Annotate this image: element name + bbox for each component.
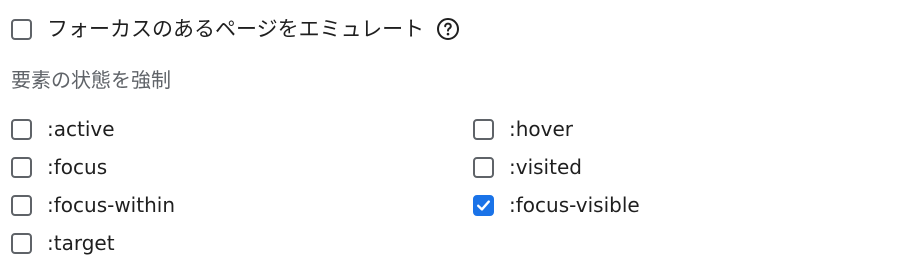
question-circle-icon[interactable] <box>436 17 460 41</box>
state-checkbox-hover[interactable] <box>473 118 494 140</box>
state-checkbox-target[interactable] <box>11 232 32 254</box>
emulate-focused-page-checkbox[interactable] <box>11 18 32 40</box>
force-element-state-title: 要素の状態を強制 <box>11 68 171 92</box>
state-label-focus[interactable]: :focus <box>47 155 107 179</box>
state-checkbox-active[interactable] <box>11 118 32 140</box>
state-option-focus-within[interactable]: :focus-within <box>11 193 175 217</box>
state-label-active[interactable]: :active <box>47 117 115 141</box>
state-label-target[interactable]: :target <box>47 231 115 255</box>
emulate-focused-page-label[interactable]: フォーカスのあるページをエミュレート <box>47 17 424 41</box>
state-label-focus-visible[interactable]: :focus-visible <box>509 193 640 217</box>
state-checkbox-visited[interactable] <box>473 156 494 178</box>
state-option-active[interactable]: :active <box>11 117 115 141</box>
state-option-hover[interactable]: :hover <box>473 117 573 141</box>
state-option-target[interactable]: :target <box>11 231 115 255</box>
state-option-visited[interactable]: :visited <box>473 155 582 179</box>
state-option-focus[interactable]: :focus <box>11 155 107 179</box>
state-option-focus-visible[interactable]: :focus-visible <box>473 193 640 217</box>
state-checkbox-focus-visible[interactable] <box>473 194 494 216</box>
emulate-focused-page-row[interactable]: フォーカスのあるページをエミュレート <box>11 17 460 41</box>
state-label-focus-within[interactable]: :focus-within <box>47 193 175 217</box>
state-checkbox-focus[interactable] <box>11 156 32 178</box>
state-checkbox-focus-within[interactable] <box>11 194 32 216</box>
state-label-visited[interactable]: :visited <box>509 155 582 179</box>
checkmark-icon <box>477 199 490 211</box>
state-label-hover[interactable]: :hover <box>509 117 573 141</box>
